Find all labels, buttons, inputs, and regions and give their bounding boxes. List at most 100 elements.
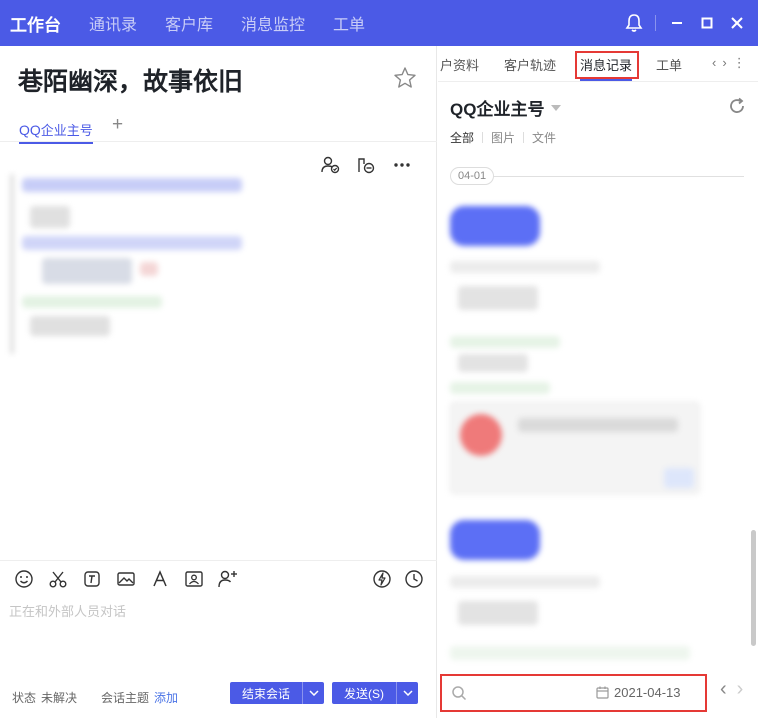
filter-all[interactable]: 全部: [450, 129, 474, 146]
date-pill: 04-01: [450, 167, 495, 185]
maximize-icon[interactable]: [692, 0, 722, 46]
history-scrollbar[interactable]: [751, 530, 756, 646]
font-icon[interactable]: [148, 568, 172, 590]
bell-icon[interactable]: [619, 0, 649, 46]
info-pane: 户资料 客户轨迹 消息记录 工单 ‹ › ⋮ QQ企业主号 全部 图片 文件 0…: [438, 46, 758, 718]
more-vertical-icon[interactable]: ⋮: [733, 55, 746, 71]
history-search-box[interactable]: 2021-04-13: [440, 674, 707, 712]
tab-account-label: 企业主号: [40, 123, 93, 138]
date-separator: 04-01: [450, 167, 745, 185]
message-line: [22, 296, 162, 308]
star-icon[interactable]: [393, 66, 417, 90]
history-line: [450, 261, 600, 273]
send-group: 发送(S): [332, 682, 418, 704]
message-filters: 全部 图片 文件: [450, 129, 556, 146]
refresh-icon[interactable]: [727, 96, 747, 116]
send-button[interactable]: 发送(S): [332, 682, 396, 704]
message-line: [30, 206, 70, 228]
message-line: [140, 262, 158, 276]
nav-message-monitor[interactable]: 消息监控: [227, 0, 319, 46]
emoji-icon[interactable]: [12, 568, 36, 590]
more-icon[interactable]: [388, 154, 416, 176]
history-pager: ‹ ›: [720, 678, 743, 701]
tab-tickets[interactable]: 工单: [656, 55, 682, 74]
info-tabs: 户资料 客户轨迹 消息记录 工单 ‹ › ⋮: [438, 46, 758, 82]
date-filter-value: 2021-04-13: [614, 685, 681, 700]
tab-highlight-box: [575, 51, 639, 79]
image-icon[interactable]: [114, 568, 138, 590]
history-line: [458, 601, 538, 625]
date-filter[interactable]: 2021-04-13: [596, 685, 681, 700]
nav-customers[interactable]: 客户库: [151, 0, 227, 46]
scissors-icon[interactable]: [46, 568, 70, 590]
contact-card-icon[interactable]: [182, 568, 206, 590]
history-line: [450, 382, 550, 394]
clock-icon[interactable]: [402, 568, 426, 590]
status-value[interactable]: 未解决: [41, 689, 77, 706]
history-line: [518, 418, 678, 432]
top-navigation-bar: 工作台 通讯录 客户库 消息监控 工单: [0, 0, 758, 46]
composer-toolbar: [12, 568, 240, 590]
end-session-dropdown[interactable]: [302, 682, 325, 704]
end-session-group: 结束会话: [230, 682, 325, 704]
transfer-user-icon[interactable]: [316, 154, 344, 176]
add-user-icon[interactable]: [216, 568, 240, 590]
prev-page-icon[interactable]: ‹: [720, 678, 727, 701]
tab-account-prefix: QQ: [19, 122, 41, 138]
end-session-button[interactable]: 结束会话: [230, 682, 303, 704]
caret-down-icon: [551, 104, 562, 111]
tab-customer-info[interactable]: 户资料: [440, 55, 479, 74]
history-bubble: [450, 206, 540, 246]
next-page-icon[interactable]: ›: [737, 678, 744, 701]
tab-customer-track[interactable]: 客户轨迹: [504, 55, 556, 74]
close-icon[interactable]: [722, 0, 752, 46]
history-bubble: [450, 520, 540, 560]
message-input[interactable]: [9, 601, 424, 681]
message-line: [22, 236, 242, 250]
history-line: [458, 286, 538, 310]
message-bar: [10, 174, 14, 354]
history-line: [458, 354, 528, 372]
history-avatar: [460, 414, 502, 456]
message-line: [30, 316, 110, 336]
history-line: [450, 576, 600, 588]
main-nav: 工作台 通讯录 客户库 消息监控 工单: [0, 0, 379, 46]
date-line: [494, 175, 745, 177]
message-bubble: [42, 258, 132, 284]
account-name: QQ企业主号: [450, 100, 545, 119]
composer-divider: [0, 560, 437, 561]
chat-pane: 巷陌幽深，故事依旧 QQ企业主号 + 正在和外部人员对话 状态 未解决 会话主题…: [0, 46, 437, 718]
chat-actions: [316, 154, 416, 176]
block-user-icon[interactable]: [352, 154, 380, 176]
message-line: [22, 178, 242, 192]
status-label: 状态: [12, 691, 37, 705]
add-topic-link[interactable]: 添加: [154, 689, 178, 706]
filter-images[interactable]: 图片: [491, 129, 515, 146]
nav-contacts[interactable]: 通讯录: [75, 0, 151, 46]
chevron-right-icon[interactable]: ›: [722, 55, 726, 71]
tab-scroll-arrows: ‹ › ⋮: [712, 55, 746, 71]
account-selector[interactable]: QQ企业主号: [450, 95, 562, 120]
chat-title: 巷陌幽深，故事依旧: [18, 68, 244, 96]
chevron-down-icon: [308, 690, 319, 696]
window-controls: [619, 0, 758, 46]
calendar-icon: [596, 686, 609, 699]
toolbar-divider: [655, 15, 656, 31]
chevron-left-icon[interactable]: ‹: [712, 55, 716, 71]
topic-label: 会话主题: [101, 691, 150, 705]
composer-toolbar-right: [370, 568, 426, 590]
history-line: [664, 468, 694, 488]
lightning-icon[interactable]: [370, 568, 394, 590]
divider: [0, 141, 437, 142]
quick-text-icon[interactable]: [80, 568, 104, 590]
history-line: [450, 646, 690, 660]
history-line: [450, 336, 560, 348]
nav-workbench[interactable]: 工作台: [0, 0, 75, 46]
active-tab-indicator: [580, 79, 632, 81]
minimize-icon[interactable]: [662, 0, 692, 46]
conversation-status: 状态 未解决 会话主题 添加: [12, 689, 178, 706]
add-tab-button[interactable]: +: [112, 114, 123, 136]
filter-files[interactable]: 文件: [532, 129, 556, 146]
send-dropdown[interactable]: [396, 682, 418, 704]
nav-tickets[interactable]: 工单: [319, 0, 379, 46]
